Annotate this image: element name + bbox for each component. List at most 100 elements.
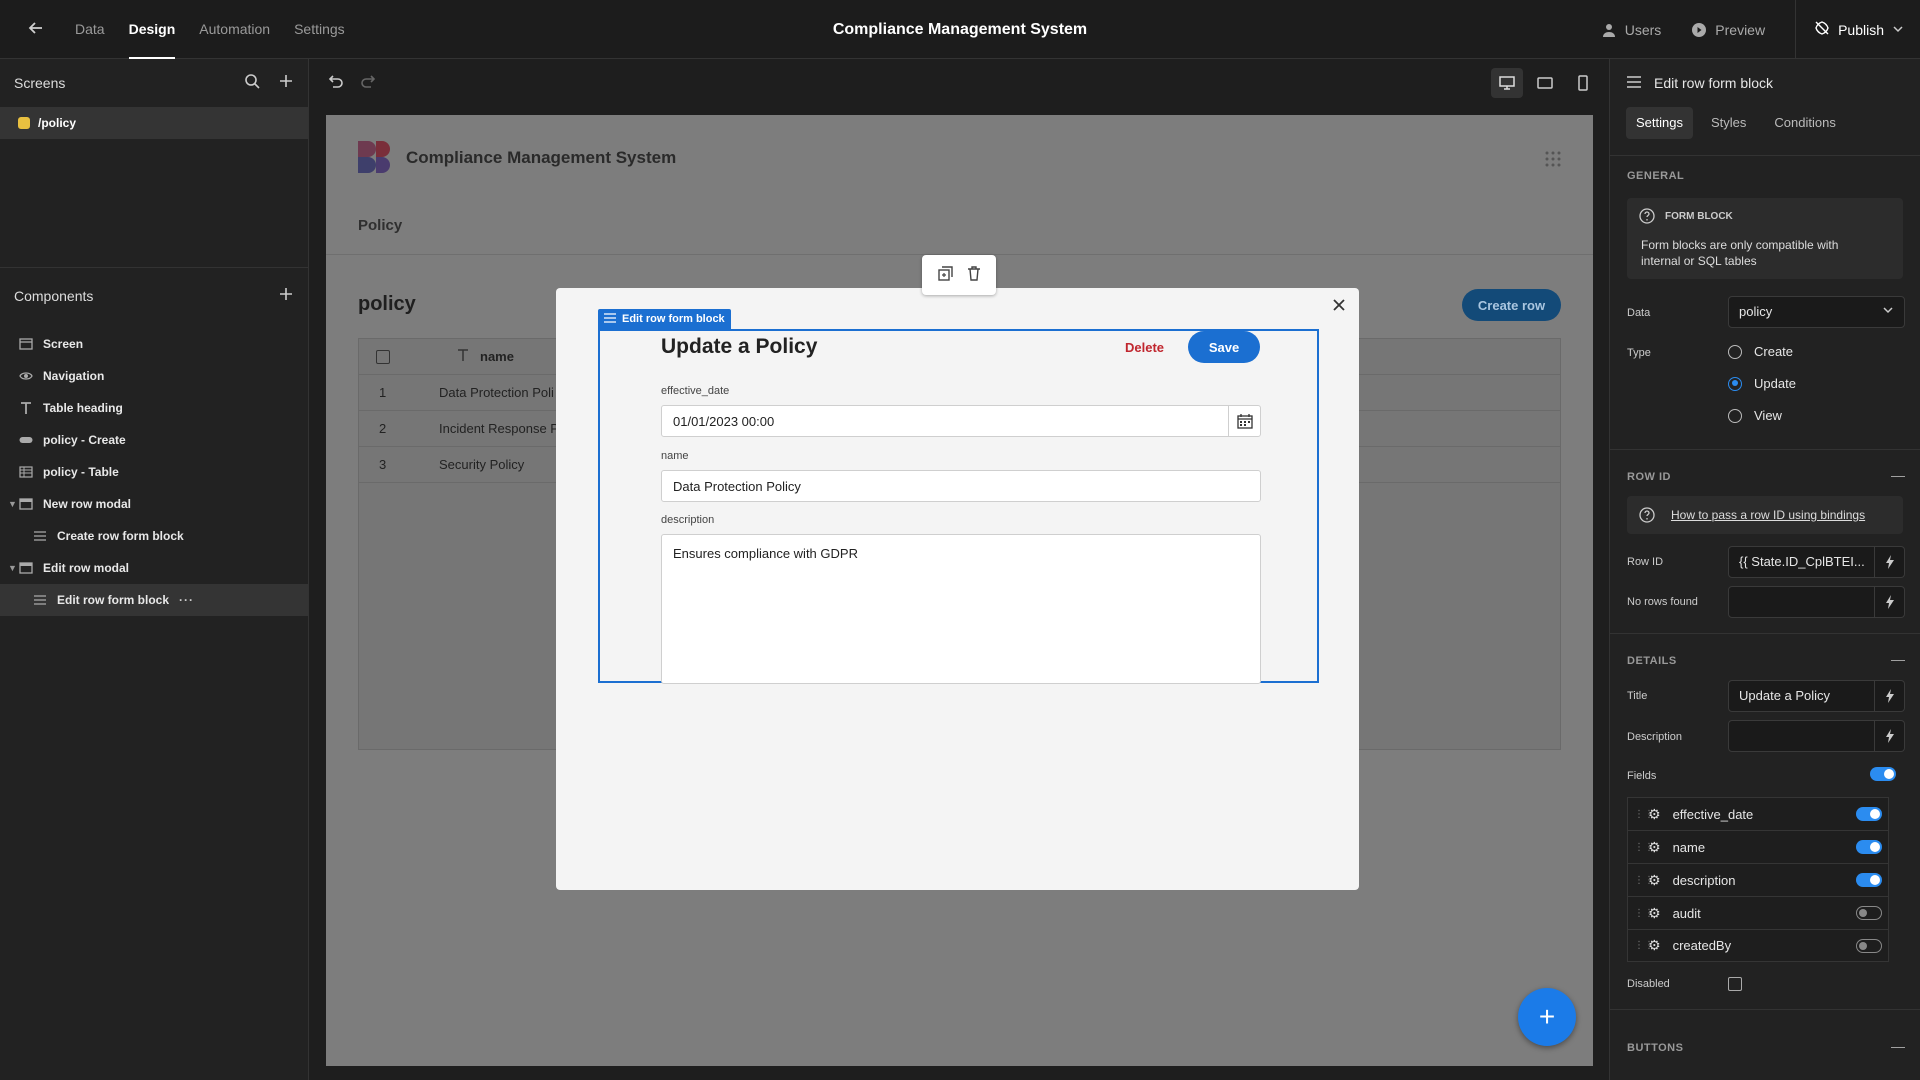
select-all-checkbox[interactable]: [376, 349, 390, 364]
grid-dots-icon[interactable]: [1545, 151, 1561, 170]
field-toggle[interactable]: [1856, 939, 1882, 953]
preview-nav-policy[interactable]: Policy: [358, 217, 402, 234]
save-button[interactable]: Save: [1188, 331, 1260, 363]
close-icon[interactable]: [1329, 296, 1349, 316]
search-icon[interactable]: [244, 73, 260, 94]
type-radio-update[interactable]: Update: [1728, 376, 1796, 391]
create-row-button[interactable]: Create row: [1462, 289, 1561, 321]
tree-item-screen[interactable]: Screen: [0, 328, 308, 360]
drag-handle-icon[interactable]: ⋮⋮: [1634, 940, 1654, 951]
tab-settings[interactable]: Settings: [1626, 107, 1693, 139]
users-button[interactable]: Users: [1601, 22, 1661, 38]
drag-handle-icon[interactable]: ⋮⋮: [1634, 908, 1654, 919]
effective-date-input[interactable]: 01/01/2023 00:00: [661, 405, 1261, 437]
title-input[interactable]: Update a Policy: [1728, 680, 1875, 712]
drag-handle-icon[interactable]: ⋮⋮: [1634, 842, 1654, 853]
gear-icon[interactable]: ⚙: [1648, 905, 1661, 922]
disabled-checkbox[interactable]: [1728, 977, 1742, 991]
chevron-down-icon[interactable]: ▼: [8, 563, 17, 573]
binding-bolt-icon[interactable]: [1875, 546, 1905, 578]
field-toggle[interactable]: [1856, 807, 1882, 821]
gear-icon[interactable]: ⚙: [1648, 872, 1661, 889]
add-component-icon[interactable]: [278, 286, 294, 307]
chevron-down-icon[interactable]: ▼: [8, 499, 17, 509]
more-options-icon[interactable]: ···: [179, 593, 194, 607]
binding-bolt-icon[interactable]: [1875, 720, 1905, 752]
desktop-icon[interactable]: [1491, 68, 1523, 98]
row-number: 1: [379, 385, 387, 400]
publish-button[interactable]: Publish: [1795, 0, 1920, 59]
binding-bolt-icon[interactable]: [1875, 586, 1905, 618]
collapse-icon[interactable]: —: [1891, 1038, 1905, 1054]
row-id-help: How to pass a row ID using bindings: [1627, 496, 1903, 534]
fields-label: Fields: [1627, 770, 1657, 782]
add-component-fab[interactable]: +: [1518, 988, 1576, 1046]
tree-item-new-row-modal[interactable]: ▼ New row modal: [0, 488, 308, 520]
section-title: GENERAL: [1627, 170, 1685, 182]
gear-icon[interactable]: ⚙: [1648, 937, 1661, 954]
modal-icon: [19, 562, 33, 574]
row-id-bindings-link[interactable]: How to pass a row ID using bindings: [1671, 508, 1865, 522]
description-input[interactable]: [1728, 720, 1875, 752]
field-row-createdby[interactable]: ⋮⋮ ⚙ createdBy: [1627, 929, 1889, 962]
tree-item-create-row-form-block[interactable]: Create row form block: [0, 520, 308, 552]
tree-item-navigation[interactable]: Navigation: [0, 360, 308, 392]
duplicate-icon[interactable]: [937, 266, 953, 284]
no-rows-input[interactable]: [1728, 586, 1875, 618]
collapse-icon[interactable]: —: [1891, 467, 1905, 483]
field-row-audit[interactable]: ⋮⋮ ⚙ audit: [1627, 896, 1889, 929]
mobile-icon[interactable]: [1567, 68, 1599, 98]
delete-button[interactable]: Delete: [1125, 340, 1164, 355]
type-radio-view[interactable]: View: [1728, 408, 1782, 423]
type-radio-create[interactable]: Create: [1728, 344, 1793, 359]
name-label: name: [661, 450, 689, 462]
user-icon: [1601, 22, 1617, 38]
tab-design[interactable]: Design: [128, 0, 175, 59]
name-input[interactable]: Data Protection Policy: [661, 470, 1261, 502]
field-toggle[interactable]: [1856, 840, 1882, 854]
tab-data[interactable]: Data: [75, 0, 105, 59]
field-toggle[interactable]: [1856, 906, 1882, 920]
screen-item-policy[interactable]: /policy: [0, 107, 308, 139]
tree-item-policy-table[interactable]: policy - Table: [0, 456, 308, 488]
selected-block-tag[interactable]: Edit row form block: [598, 309, 731, 329]
tree-item-table-heading[interactable]: Table heading: [0, 392, 308, 424]
trash-icon[interactable]: [967, 266, 981, 284]
add-screen-icon[interactable]: [278, 73, 294, 94]
tree-item-policy-create[interactable]: policy - Create: [0, 424, 308, 456]
fields-toggle[interactable]: [1870, 767, 1896, 781]
field-row-description[interactable]: ⋮⋮ ⚙ description: [1627, 863, 1889, 896]
gear-icon[interactable]: ⚙: [1648, 839, 1661, 856]
calendar-icon[interactable]: [1228, 406, 1260, 436]
field-row-name[interactable]: ⋮⋮ ⚙ name: [1627, 830, 1889, 863]
publish-label: Publish: [1838, 21, 1884, 38]
undo-icon[interactable]: [326, 73, 344, 96]
tab-automation[interactable]: Automation: [199, 0, 270, 59]
data-select-value: policy: [1739, 304, 1773, 319]
tree-item-edit-row-form-block[interactable]: Edit row form block ···: [0, 584, 308, 616]
drag-handle-icon[interactable]: ⋮⋮: [1634, 875, 1654, 886]
row-id-input[interactable]: {{ State.ID_CplBTEI...: [1728, 546, 1875, 578]
form-block-icon: [33, 530, 47, 542]
collapse-icon[interactable]: —: [1891, 651, 1905, 667]
radio-circle: [1728, 344, 1742, 359]
drag-handle-icon[interactable]: ⋮⋮: [1634, 809, 1654, 820]
preview-button[interactable]: Preview: [1691, 22, 1765, 38]
description-textarea[interactable]: Ensures compliance with GDPR: [661, 534, 1261, 684]
binding-bolt-icon[interactable]: [1875, 680, 1905, 712]
tablet-icon[interactable]: [1529, 68, 1561, 98]
back-arrow-icon[interactable]: [26, 18, 50, 42]
field-toggle[interactable]: [1856, 873, 1882, 887]
info-text: Form blocks are only compatible with int…: [1641, 238, 1839, 268]
tree-item-edit-row-modal[interactable]: ▼ Edit row modal: [0, 552, 308, 584]
field-row-effective-date[interactable]: ⋮⋮ ⚙ effective_date: [1627, 797, 1889, 830]
screen-home-icon: [18, 117, 30, 129]
redo-icon[interactable]: [360, 73, 378, 96]
edit-row-form-block[interactable]: Update a Policy Delete Save effective_da…: [598, 329, 1319, 684]
tab-styles[interactable]: Styles: [1701, 107, 1756, 139]
data-select[interactable]: policy: [1728, 296, 1905, 328]
tab-settings[interactable]: Settings: [294, 0, 345, 59]
tab-conditions[interactable]: Conditions: [1764, 107, 1845, 139]
gear-icon[interactable]: ⚙: [1648, 806, 1661, 823]
column-header-name[interactable]: name: [480, 349, 514, 364]
